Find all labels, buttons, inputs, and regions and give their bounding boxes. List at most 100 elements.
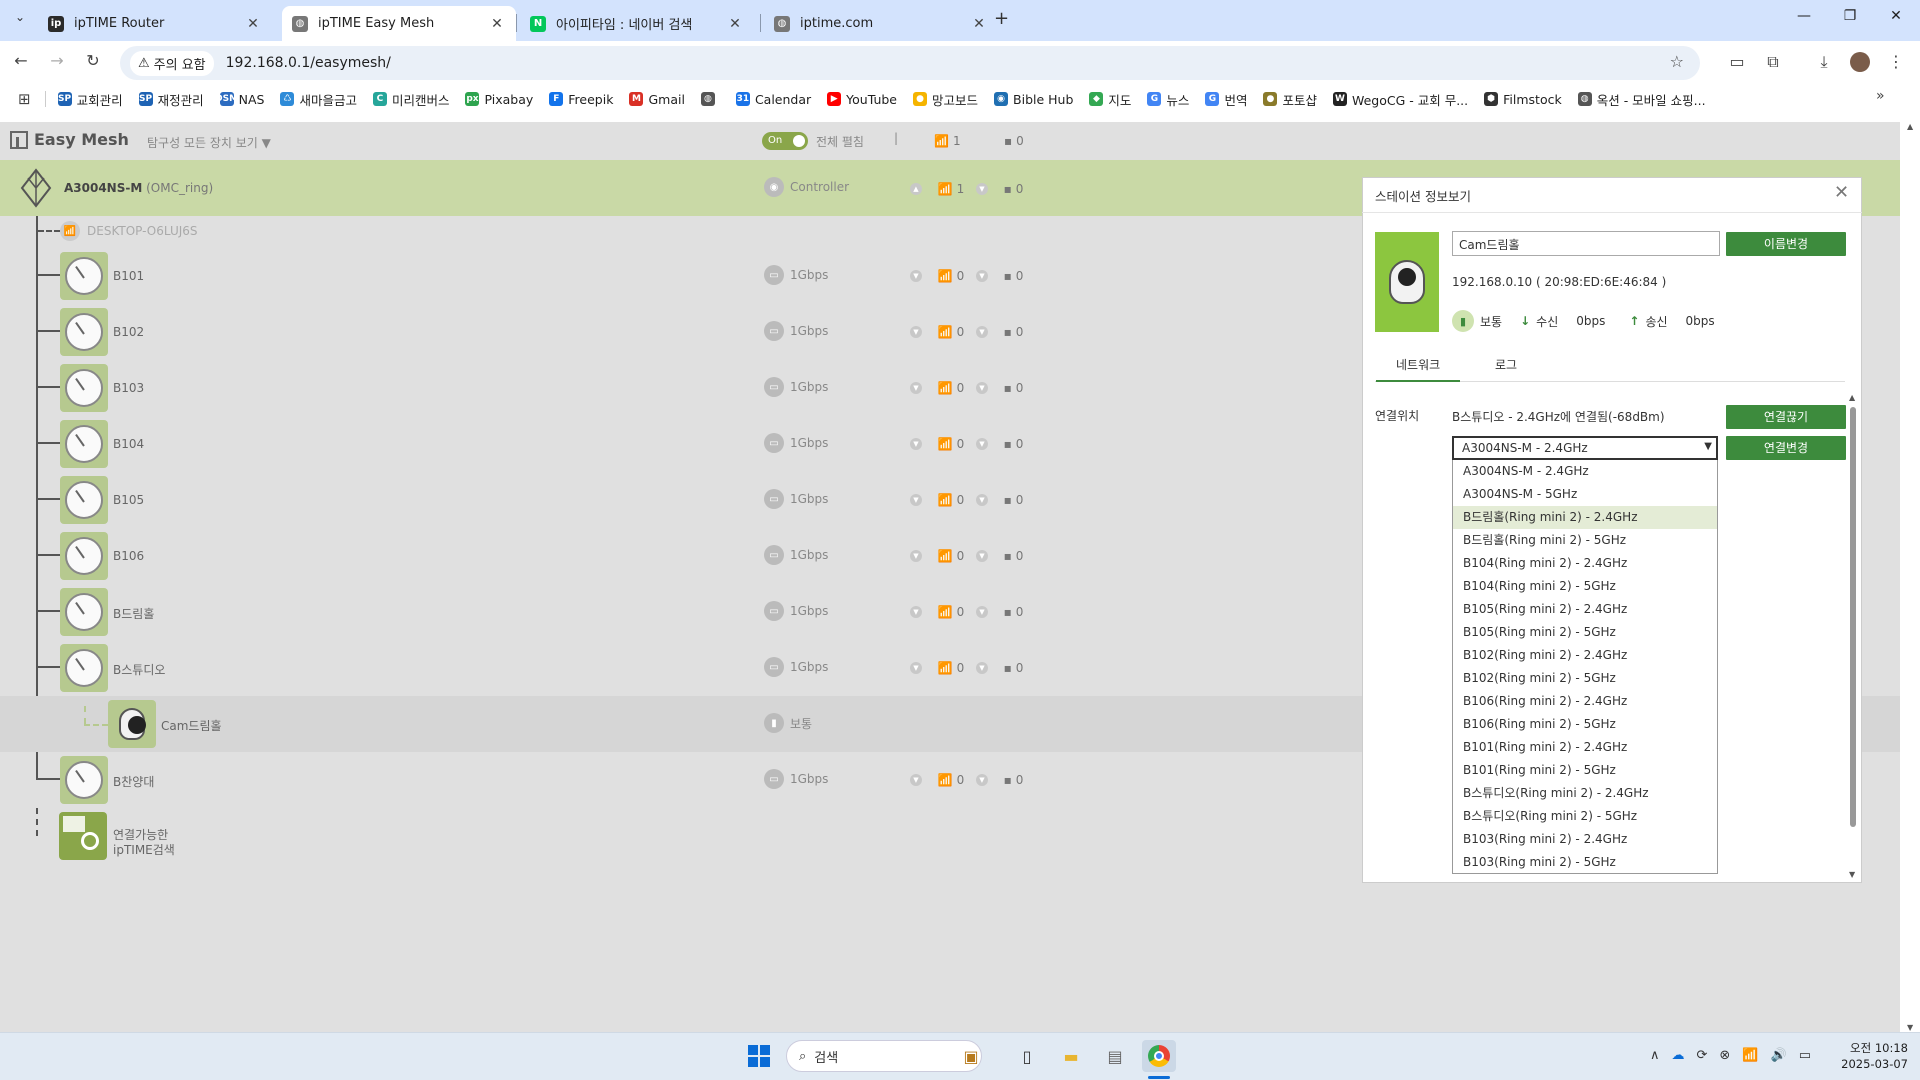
bookmark-item[interactable]: SP 재정관리 (138, 90, 204, 109)
connection-option[interactable]: B103(Ring mini 2) - 5GHz (1453, 851, 1717, 873)
connection-target-select[interactable]: A3004NS-M - 2.4GHz ▼ (1452, 436, 1718, 460)
expand-arrow-icon[interactable]: ▼ (976, 606, 988, 618)
rename-button[interactable]: 이름변경 (1726, 232, 1846, 256)
connection-option[interactable]: B101(Ring mini 2) - 2.4GHz (1453, 736, 1717, 759)
bookmark-item[interactable]: ◍ (700, 92, 720, 106)
tray-overflow-icon[interactable]: ∧ (1650, 1048, 1660, 1063)
bookmark-item[interactable]: M Gmail (629, 92, 685, 107)
expand-arrow-icon[interactable]: ▼ (910, 550, 922, 562)
apps-grid-icon[interactable]: ⊞ (18, 90, 31, 108)
expand-arrow-icon[interactable]: ▼ (976, 183, 988, 195)
collapse-arrow-icon[interactable]: ▲ (910, 183, 922, 195)
panel-scrollbar[interactable]: ▲ ▼ (1849, 393, 1857, 879)
reload-icon[interactable]: ↻ (80, 48, 106, 74)
connection-option[interactable]: B드림홀(Ring mini 2) - 2.4GHz (1453, 506, 1717, 529)
expand-arrow-icon[interactable]: ▼ (910, 270, 922, 282)
security-warning-chip[interactable]: ⚠ 주의 요함 (130, 50, 214, 76)
forward-icon[interactable]: → (44, 48, 70, 74)
station-name-input[interactable]: Cam드림홀 (1452, 231, 1720, 256)
bookmark-item[interactable]: ▶ YouTube (827, 92, 897, 107)
tab-log[interactable]: 로그 (1475, 356, 1537, 373)
expand-arrow-icon[interactable]: ▼ (976, 270, 988, 282)
desktop-client-name[interactable]: DESKTOP-O6LUJ6S (87, 224, 198, 238)
bookmark-item[interactable]: ● 망고보드 (913, 90, 978, 109)
connection-option[interactable]: B스튜디오(Ring mini 2) - 2.4GHz (1453, 782, 1717, 805)
tab-2[interactable]: N 아이피타임 : 네이버 검색 ✕ (520, 6, 754, 41)
bookmark-item[interactable]: W WegoCG - 교회 무... (1332, 90, 1468, 109)
bookmark-item[interactable]: F Freepik (549, 92, 613, 107)
search-iptime-label[interactable]: 연결가능한 ipTIME검색 (113, 828, 175, 858)
expand-arrow-icon[interactable]: ▼ (910, 382, 922, 394)
connection-option[interactable]: B105(Ring mini 2) - 5GHz (1453, 621, 1717, 644)
expand-arrow-icon[interactable]: ▼ (976, 326, 988, 338)
taskbar-search[interactable]: ⌕ 검색 (786, 1040, 982, 1072)
expand-arrow-icon[interactable]: ▼ (910, 326, 922, 338)
tab-network[interactable]: 네트워크 (1376, 356, 1461, 382)
widget-icon[interactable]: ▣ (958, 1040, 984, 1072)
tab-close-icon[interactable]: ✕ (726, 16, 744, 32)
taskbar-clock[interactable]: 오전 10:18 2025-03-07 (1838, 1040, 1908, 1072)
bookmark-item[interactable]: ♺ 새마을금고 (280, 90, 357, 109)
bookmark-item[interactable]: C 미리캔버스 (372, 90, 449, 109)
bookmark-item[interactable]: G 뉴스 (1147, 90, 1189, 109)
cast-icon[interactable]: ▭ (1723, 48, 1751, 76)
minimize-icon[interactable]: — (1784, 8, 1824, 24)
wifi-icon[interactable]: 📶 (1742, 1048, 1758, 1063)
back-icon[interactable]: ← (8, 48, 34, 74)
bookmarks-overflow-icon[interactable]: » (1876, 88, 1885, 104)
bookmark-star-icon[interactable]: ☆ (1670, 52, 1684, 71)
disconnect-button[interactable]: 연결끊기 (1726, 405, 1846, 429)
expand-arrow-icon[interactable]: ▼ (976, 774, 988, 786)
search-iptime-button[interactable] (59, 812, 107, 860)
connection-option[interactable]: B103(Ring mini 2) - 2.4GHz (1453, 828, 1717, 851)
bookmark-item[interactable]: G 번역 (1205, 90, 1247, 109)
device-filter-dropdown[interactable]: 탐구성 모든 장치 보기 ▼ (147, 134, 271, 151)
bookmark-item[interactable]: DSM NAS (215, 92, 264, 107)
expand-arrow-icon[interactable]: ▼ (976, 550, 988, 562)
tab-0[interactable]: ip ipTIME Router ✕ (38, 6, 272, 41)
tab-close-icon[interactable]: ✕ (244, 16, 262, 32)
change-connection-button[interactable]: 연결변경 (1726, 436, 1846, 460)
bookmark-item[interactable]: SP 교회관리 (57, 90, 123, 109)
extensions-icon[interactable]: ⧉ (1759, 48, 1787, 76)
new-tab-button[interactable]: + (994, 8, 1009, 29)
tab-search-chevron-icon[interactable]: ⌄ (8, 10, 32, 32)
connection-option[interactable]: B102(Ring mini 2) - 2.4GHz (1453, 644, 1717, 667)
expand-arrow-icon[interactable]: ▼ (910, 774, 922, 786)
expand-arrow-icon[interactable]: ▼ (910, 438, 922, 450)
start-windows-icon[interactable] (742, 1040, 776, 1072)
tab-1[interactable]: ◍ ipTIME Easy Mesh ✕ (282, 6, 516, 41)
connection-option[interactable]: A3004NS-M - 5GHz (1453, 483, 1717, 506)
bookmark-item[interactable]: ◍ 옥션 - 모바일 쇼핑... (1577, 90, 1706, 109)
expand-all-toggle[interactable]: On (762, 132, 808, 150)
expand-arrow-icon[interactable]: ▼ (910, 494, 922, 506)
close-window-icon[interactable]: ✕ (1876, 8, 1916, 24)
download-icon[interactable]: ⤓ (1810, 48, 1838, 76)
connection-option[interactable]: B드림홀(Ring mini 2) - 5GHz (1453, 529, 1717, 552)
scroll-down-icon[interactable]: ▼ (1849, 870, 1855, 879)
snipping-icon[interactable]: ▤ (1098, 1040, 1132, 1072)
task-view-icon[interactable]: ▯ (1010, 1040, 1044, 1072)
bookmark-item[interactable]: ⬢ Filmstock (1484, 92, 1562, 107)
bookmark-item[interactable]: ◆ 지도 (1089, 90, 1131, 109)
expand-arrow-icon[interactable]: ▼ (910, 662, 922, 674)
volume-icon[interactable]: 🔊 (1771, 1048, 1787, 1063)
sync-icon[interactable]: ⟳ (1697, 1048, 1708, 1063)
bookmark-item[interactable]: px Pixabay (465, 92, 533, 107)
address-bar[interactable]: ⚠ 주의 요함 192.168.0.1/easymesh/ ☆ (120, 46, 1700, 80)
connection-option[interactable]: B106(Ring mini 2) - 5GHz (1453, 713, 1717, 736)
scroll-up-icon[interactable]: ▲ (1849, 393, 1855, 402)
connection-option[interactable]: A3004NS-M - 2.4GHz (1453, 460, 1717, 483)
expand-arrow-icon[interactable]: ▼ (910, 606, 922, 618)
battery-icon[interactable]: ▭ (1799, 1048, 1811, 1063)
connection-option[interactable]: B104(Ring mini 2) - 5GHz (1453, 575, 1717, 598)
scroll-up-icon[interactable]: ▲ (1907, 122, 1913, 131)
bookmark-item[interactable]: 31 Calendar (735, 92, 811, 107)
connection-option[interactable]: B스튜디오(Ring mini 2) - 5GHz (1453, 805, 1717, 828)
connection-option[interactable]: B105(Ring mini 2) - 2.4GHz (1453, 598, 1717, 621)
expand-arrow-icon[interactable]: ▼ (976, 662, 988, 674)
tab-close-icon[interactable]: ✕ (970, 16, 988, 32)
expand-arrow-icon[interactable]: ▼ (976, 382, 988, 394)
connection-option[interactable]: B106(Ring mini 2) - 2.4GHz (1453, 690, 1717, 713)
panel-close-icon[interactable]: ✕ (1834, 182, 1849, 203)
